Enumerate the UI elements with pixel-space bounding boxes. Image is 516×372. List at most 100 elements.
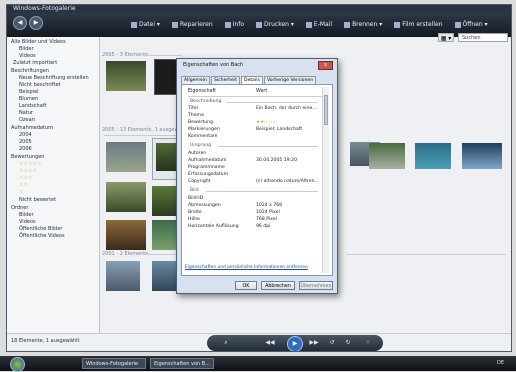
photo-thumbnail[interactable] (106, 182, 146, 212)
info-button[interactable]: Info (224, 21, 244, 29)
nav-public-pictures[interactable]: Öffentliche Bilder (19, 226, 62, 232)
property-row[interactable]: Titel Ein Bach, der durch eine... (188, 106, 322, 112)
property-row[interactable]: Autoren (188, 151, 322, 157)
nav-public-videos[interactable]: Öffentliche Videos (19, 233, 65, 239)
nav-rating-1-star[interactable]: ☆ (19, 189, 23, 195)
nav-folder-pictures[interactable]: Bilder (19, 212, 34, 218)
start-button[interactable] (10, 357, 25, 372)
properties-scrollbar[interactable] (322, 87, 329, 273)
scrollbar-thumb[interactable] (324, 95, 328, 125)
nav-rating-2-stars[interactable]: ☆☆ (19, 182, 28, 188)
close-button[interactable]: x (318, 61, 333, 70)
slideshow-button[interactable]: ▶ (287, 336, 303, 351)
repair-icon (171, 22, 178, 28)
language-indicator[interactable]: DE (497, 359, 504, 368)
section-divider (104, 135, 180, 136)
nav-rating-5-stars[interactable]: ☆☆☆☆☆ (19, 161, 41, 167)
taskbar-item-gallery[interactable]: Windows-Fotogalerie (82, 358, 146, 369)
remove-properties-link[interactable]: Eigenschaften und persönliche Informatio… (185, 265, 308, 270)
group-description: Beschreibung (190, 99, 222, 104)
details-panel: Eigenschaft Wert Beschreibung Titel Ein B… (181, 84, 333, 276)
back-button[interactable]: ◀ (13, 16, 27, 30)
nav-folder-videos[interactable]: Videos (19, 219, 36, 225)
property-row[interactable]: Abmessungen 1024 x 768 (188, 203, 322, 209)
nav-unrated[interactable]: Nicht bewertet (19, 197, 56, 203)
photo-thumbnail[interactable] (106, 61, 146, 91)
ok-button[interactable]: OK (235, 281, 257, 290)
previous-button[interactable]: ◀◀ (265, 339, 275, 347)
apply-button[interactable]: Übernehmen (299, 281, 333, 290)
nav-tag-landscape[interactable]: Landschaft (19, 103, 46, 109)
window-title: Windows-Fotogalerie (7, 5, 511, 13)
photo-thumbnail[interactable] (106, 220, 146, 250)
property-row[interactable]: Aufnahmedatum 30.04.2005 19:20 (188, 158, 322, 164)
file-menu-button[interactable]: Datei ▾ (131, 21, 160, 29)
property-row[interactable]: Markierungen Beispiel; Landschaft (188, 127, 322, 133)
nav-tag-nature[interactable]: Natur (19, 110, 33, 116)
repair-button[interactable]: Reparieren (171, 21, 213, 29)
photo-thumbnail[interactable] (106, 261, 140, 291)
print-button[interactable]: Drucken ▾ (256, 21, 294, 29)
nav-year-2006[interactable]: 2006 (19, 146, 32, 152)
nav-recently-imported[interactable]: Zuletzt importiert (13, 60, 57, 66)
property-row[interactable]: Bild-ID (188, 196, 322, 202)
property-row[interactable]: Copyright (c) altrendo nature/Altren... (188, 179, 322, 185)
nav-folders[interactable]: Ordner (11, 205, 28, 211)
zoom-icon[interactable]: ⌕ (221, 339, 231, 347)
photo-thumbnail[interactable] (106, 142, 146, 172)
delete-icon[interactable]: ✕ (363, 339, 373, 347)
search-input[interactable]: Suchen (458, 33, 508, 42)
forward-button[interactable]: ▶ (29, 16, 43, 30)
property-row[interactable]: Erfassungsdatum (188, 172, 322, 178)
property-row[interactable]: Bewertung ★★☆☆☆ (188, 120, 322, 126)
file-icon (131, 22, 137, 28)
rotate-right-icon[interactable]: ↻ (343, 339, 353, 347)
nav-videos[interactable]: Videos (19, 53, 36, 59)
group-divider (206, 191, 318, 192)
value-column-header[interactable]: Wert (256, 89, 267, 94)
group-divider (226, 102, 318, 103)
photo-thumbnail[interactable] (415, 143, 451, 169)
nav-date-taken[interactable]: Aufnahmedatum (11, 125, 53, 131)
tab-previous-versions[interactable]: Vorherige Versionen (263, 76, 317, 84)
property-row[interactable]: Kommentare (188, 134, 322, 140)
cancel-button[interactable]: Abbrechen (261, 281, 295, 290)
section-divider (142, 55, 182, 56)
taskbar-item-properties[interactable]: Eigenschaften von B... (150, 358, 214, 369)
email-button[interactable]: E-Mail (305, 21, 332, 29)
property-column-header[interactable]: Eigenschaft (188, 89, 216, 94)
property-header: Eigenschaft Wert (188, 89, 322, 97)
nav-tag-example[interactable]: Beispiel (19, 89, 39, 95)
tab-general[interactable]: Allgemein (181, 76, 210, 84)
photo-thumbnail[interactable] (462, 143, 502, 169)
tab-details[interactable]: Details (241, 76, 263, 84)
property-row[interactable]: Programmname (188, 165, 322, 171)
nav-year-2004[interactable]: 2004 (19, 132, 32, 138)
nav-all-pictures[interactable]: Alle Bilder und Videos (11, 39, 66, 45)
nav-pictures[interactable]: Bilder (19, 46, 34, 52)
tab-security[interactable]: Sicherheit (210, 76, 241, 84)
next-button[interactable]: ▶▶ (309, 339, 319, 347)
nav-rating-4-stars[interactable]: ☆☆☆☆ (19, 168, 37, 174)
nav-rating-3-stars[interactable]: ☆☆☆ (19, 175, 32, 181)
property-row[interactable]: Höhe 768 Pixel (188, 217, 322, 223)
info-icon (224, 22, 231, 28)
property-row[interactable]: Breite 1024 Pixel (188, 210, 322, 216)
nav-ratings[interactable]: Bewertungen (11, 154, 44, 160)
make-movie-button[interactable]: Film erstellen (394, 21, 443, 29)
nav-year-2005[interactable]: 2005 (19, 139, 32, 145)
nav-untagged[interactable]: Nicht beschriftet (19, 82, 60, 88)
view-options-button[interactable]: ▦ ▾ (438, 33, 454, 42)
nav-create-tag[interactable]: Neue Beschriftung erstellen (19, 75, 89, 81)
burn-button[interactable]: Brennen ▾ (344, 21, 382, 29)
nav-tag-ocean[interactable]: Ozean (19, 117, 35, 123)
rating-stars[interactable]: ★★☆☆☆ (256, 120, 277, 126)
playback-controls: ⌕ ◀◀ ▶ ▶▶ ↺ ↻ ✕ (207, 335, 383, 351)
photo-thumbnail[interactable] (369, 143, 405, 169)
property-row[interactable]: Horizontale Auflösung 96 dpi (188, 224, 322, 230)
nav-tag-flowers[interactable]: Blumen (19, 96, 38, 102)
rotate-left-icon[interactable]: ↺ (327, 339, 337, 347)
open-button[interactable]: Öffnen ▾ (454, 21, 488, 29)
property-row[interactable]: Thema (188, 113, 322, 119)
nav-tags[interactable]: Beschriftungen (11, 68, 49, 74)
